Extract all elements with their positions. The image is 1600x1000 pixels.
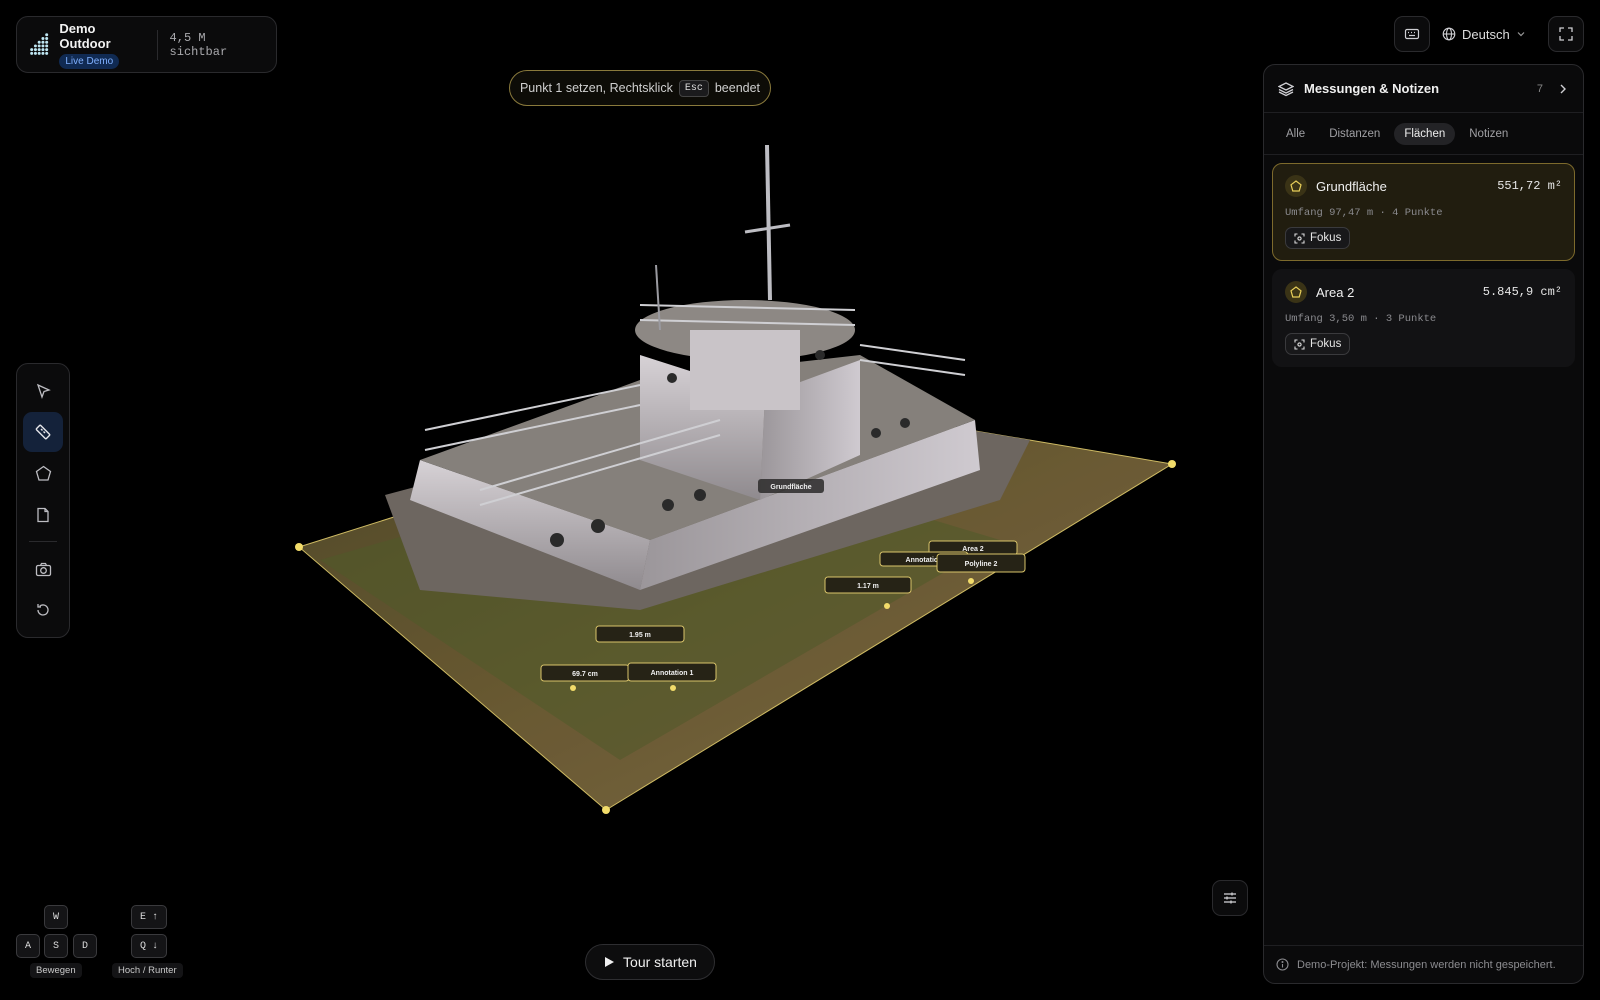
select-tool-button[interactable]: [23, 371, 63, 410]
key-e: E ↑: [131, 905, 167, 929]
top-right-controls: Deutsch: [1394, 16, 1542, 52]
keyboard-shortcuts-button[interactable]: [1394, 16, 1430, 52]
ruler-icon: [35, 424, 51, 440]
annotation-label-1[interactable]: Annotation 1: [627, 662, 717, 682]
polyline-label-2[interactable]: Polyline 2: [936, 553, 1026, 573]
hint-text-1: Punkt 1 setzen, Rechtsklick: [519, 81, 673, 95]
pointer-icon: [36, 383, 51, 399]
panel-header: Messungen & Notizen 7: [1264, 65, 1583, 113]
focus-button[interactable]: Fokus: [1285, 333, 1351, 355]
measurements-panel: Messungen & Notizen 7 Alle Distanzen Flä…: [1263, 64, 1584, 984]
measurement-name: Area 2: [1316, 284, 1355, 300]
tab-distanzen[interactable]: Distanzen: [1319, 123, 1390, 145]
project-card: Demo Outdoor Live Demo 4,5 M sichtbar: [16, 16, 277, 73]
key-a: A: [16, 934, 40, 958]
measurement-label-distance-c[interactable]: 1.17 m: [824, 576, 912, 594]
focus-button[interactable]: Fokus: [1285, 227, 1351, 249]
tab-notizen[interactable]: Notizen: [1459, 123, 1518, 145]
demo-notice: Demo-Projekt: Messungen werden nicht ges…: [1297, 958, 1556, 971]
measurement-card-area-2[interactable]: Area 2 5.845,9 cm² Umfang 3,50 m · 3 Pun…: [1272, 269, 1575, 367]
focus-icon: [1294, 338, 1305, 350]
layers-icon: [1278, 81, 1294, 96]
tab-alle[interactable]: Alle: [1276, 123, 1315, 145]
polygon-icon: [1285, 175, 1307, 197]
note-tool-button[interactable]: [23, 495, 63, 534]
area-tool-button[interactable]: [23, 454, 63, 493]
language-selector[interactable]: Deutsch: [1442, 27, 1526, 42]
live-demo-badge: Live Demo: [59, 53, 120, 69]
visible-points-count: 4,5 M sichtbar: [169, 30, 228, 59]
divider: [156, 29, 158, 60]
key-q: Q ↓: [131, 934, 167, 958]
measurement-label-distance-a[interactable]: 1.95 m: [595, 625, 685, 643]
svg-text:Grundfläche: Grundfläche: [770, 484, 811, 491]
filter-tabs: Alle Distanzen Flächen Notizen: [1264, 113, 1583, 155]
measurement-meta: Umfang 3,50 m · 3 Punkte: [1285, 313, 1437, 325]
collapse-panel-button[interactable]: [1557, 83, 1569, 95]
polygon-icon: [1285, 281, 1307, 303]
start-tour-button[interactable]: Tour starten: [585, 944, 715, 980]
measurement-count: 7: [1536, 82, 1543, 95]
key-d: D: [73, 934, 97, 958]
fullscreen-icon: [1559, 27, 1573, 41]
move-label: Bewegen: [30, 963, 82, 978]
focus-label: Fokus: [1310, 232, 1342, 244]
tool-sidebar: [16, 363, 70, 638]
note-icon: [37, 507, 49, 522]
tab-flaechen[interactable]: Flächen: [1394, 122, 1456, 145]
bridge-tower: [690, 330, 800, 410]
area-label-grundflaeche[interactable]: Grundfläche: [758, 479, 824, 493]
keyboard-icon: [1404, 28, 1420, 40]
measurement-hint: Punkt 1 setzen, Rechtsklick Esc beendet: [509, 70, 771, 106]
measurement-value: 551,72 m²: [1497, 179, 1562, 193]
key-s: S: [44, 934, 68, 958]
hint-text-2: beendet: [714, 81, 761, 95]
up-down-label: Hoch / Runter: [112, 963, 183, 978]
chevron-down-icon: [1517, 32, 1525, 37]
panel-title: Messungen & Notizen: [1304, 81, 1440, 96]
key-w: W: [44, 905, 68, 929]
measurement-label-distance-b[interactable]: 69.7 cm: [540, 664, 630, 682]
info-icon: [1276, 958, 1289, 971]
tour-label: Tour starten: [623, 954, 697, 970]
focus-icon: [1294, 232, 1305, 244]
screenshot-button[interactable]: [23, 549, 63, 588]
measurement-meta: Umfang 97,47 m · 4 Punkte: [1285, 207, 1443, 219]
focus-label: Fokus: [1310, 338, 1342, 350]
play-icon: [605, 957, 615, 967]
camera-icon: [35, 562, 51, 576]
toolbar-divider: [29, 541, 57, 543]
fullscreen-button[interactable]: [1548, 16, 1584, 52]
project-title: Demo Outdoor: [59, 20, 111, 51]
distance-tool-button[interactable]: [23, 412, 63, 452]
reset-view-button[interactable]: [23, 591, 63, 630]
measurement-card-grundflaeche[interactable]: Grundfläche 551,72 m² Umfang 97,47 m · 4…: [1272, 163, 1575, 261]
reset-icon: [37, 604, 49, 616]
view-settings-button[interactable]: [1212, 880, 1248, 916]
language-label: Deutsch: [1462, 26, 1510, 42]
polygon-icon: [35, 465, 51, 481]
svg-text:1.17 m: 1.17 m: [857, 583, 879, 590]
measurement-name: Grundfläche: [1316, 178, 1387, 194]
mast: [765, 144, 772, 301]
svg-text:1.95 m: 1.95 m: [629, 632, 651, 639]
globe-icon: [1442, 27, 1456, 41]
sliders-icon: [1224, 892, 1236, 904]
svg-text:Annotation 1: Annotation 1: [651, 670, 694, 677]
measurement-value: 5.845,9 cm²: [1482, 285, 1562, 299]
svg-text:Polyline 2: Polyline 2: [965, 561, 998, 568]
svg-text:69.7 cm: 69.7 cm: [572, 671, 598, 678]
panel-footer: Demo-Projekt: Messungen werden nicht ges…: [1264, 945, 1583, 983]
logo-icon: [30, 32, 49, 55]
hint-esc-key: Esc: [678, 79, 709, 97]
